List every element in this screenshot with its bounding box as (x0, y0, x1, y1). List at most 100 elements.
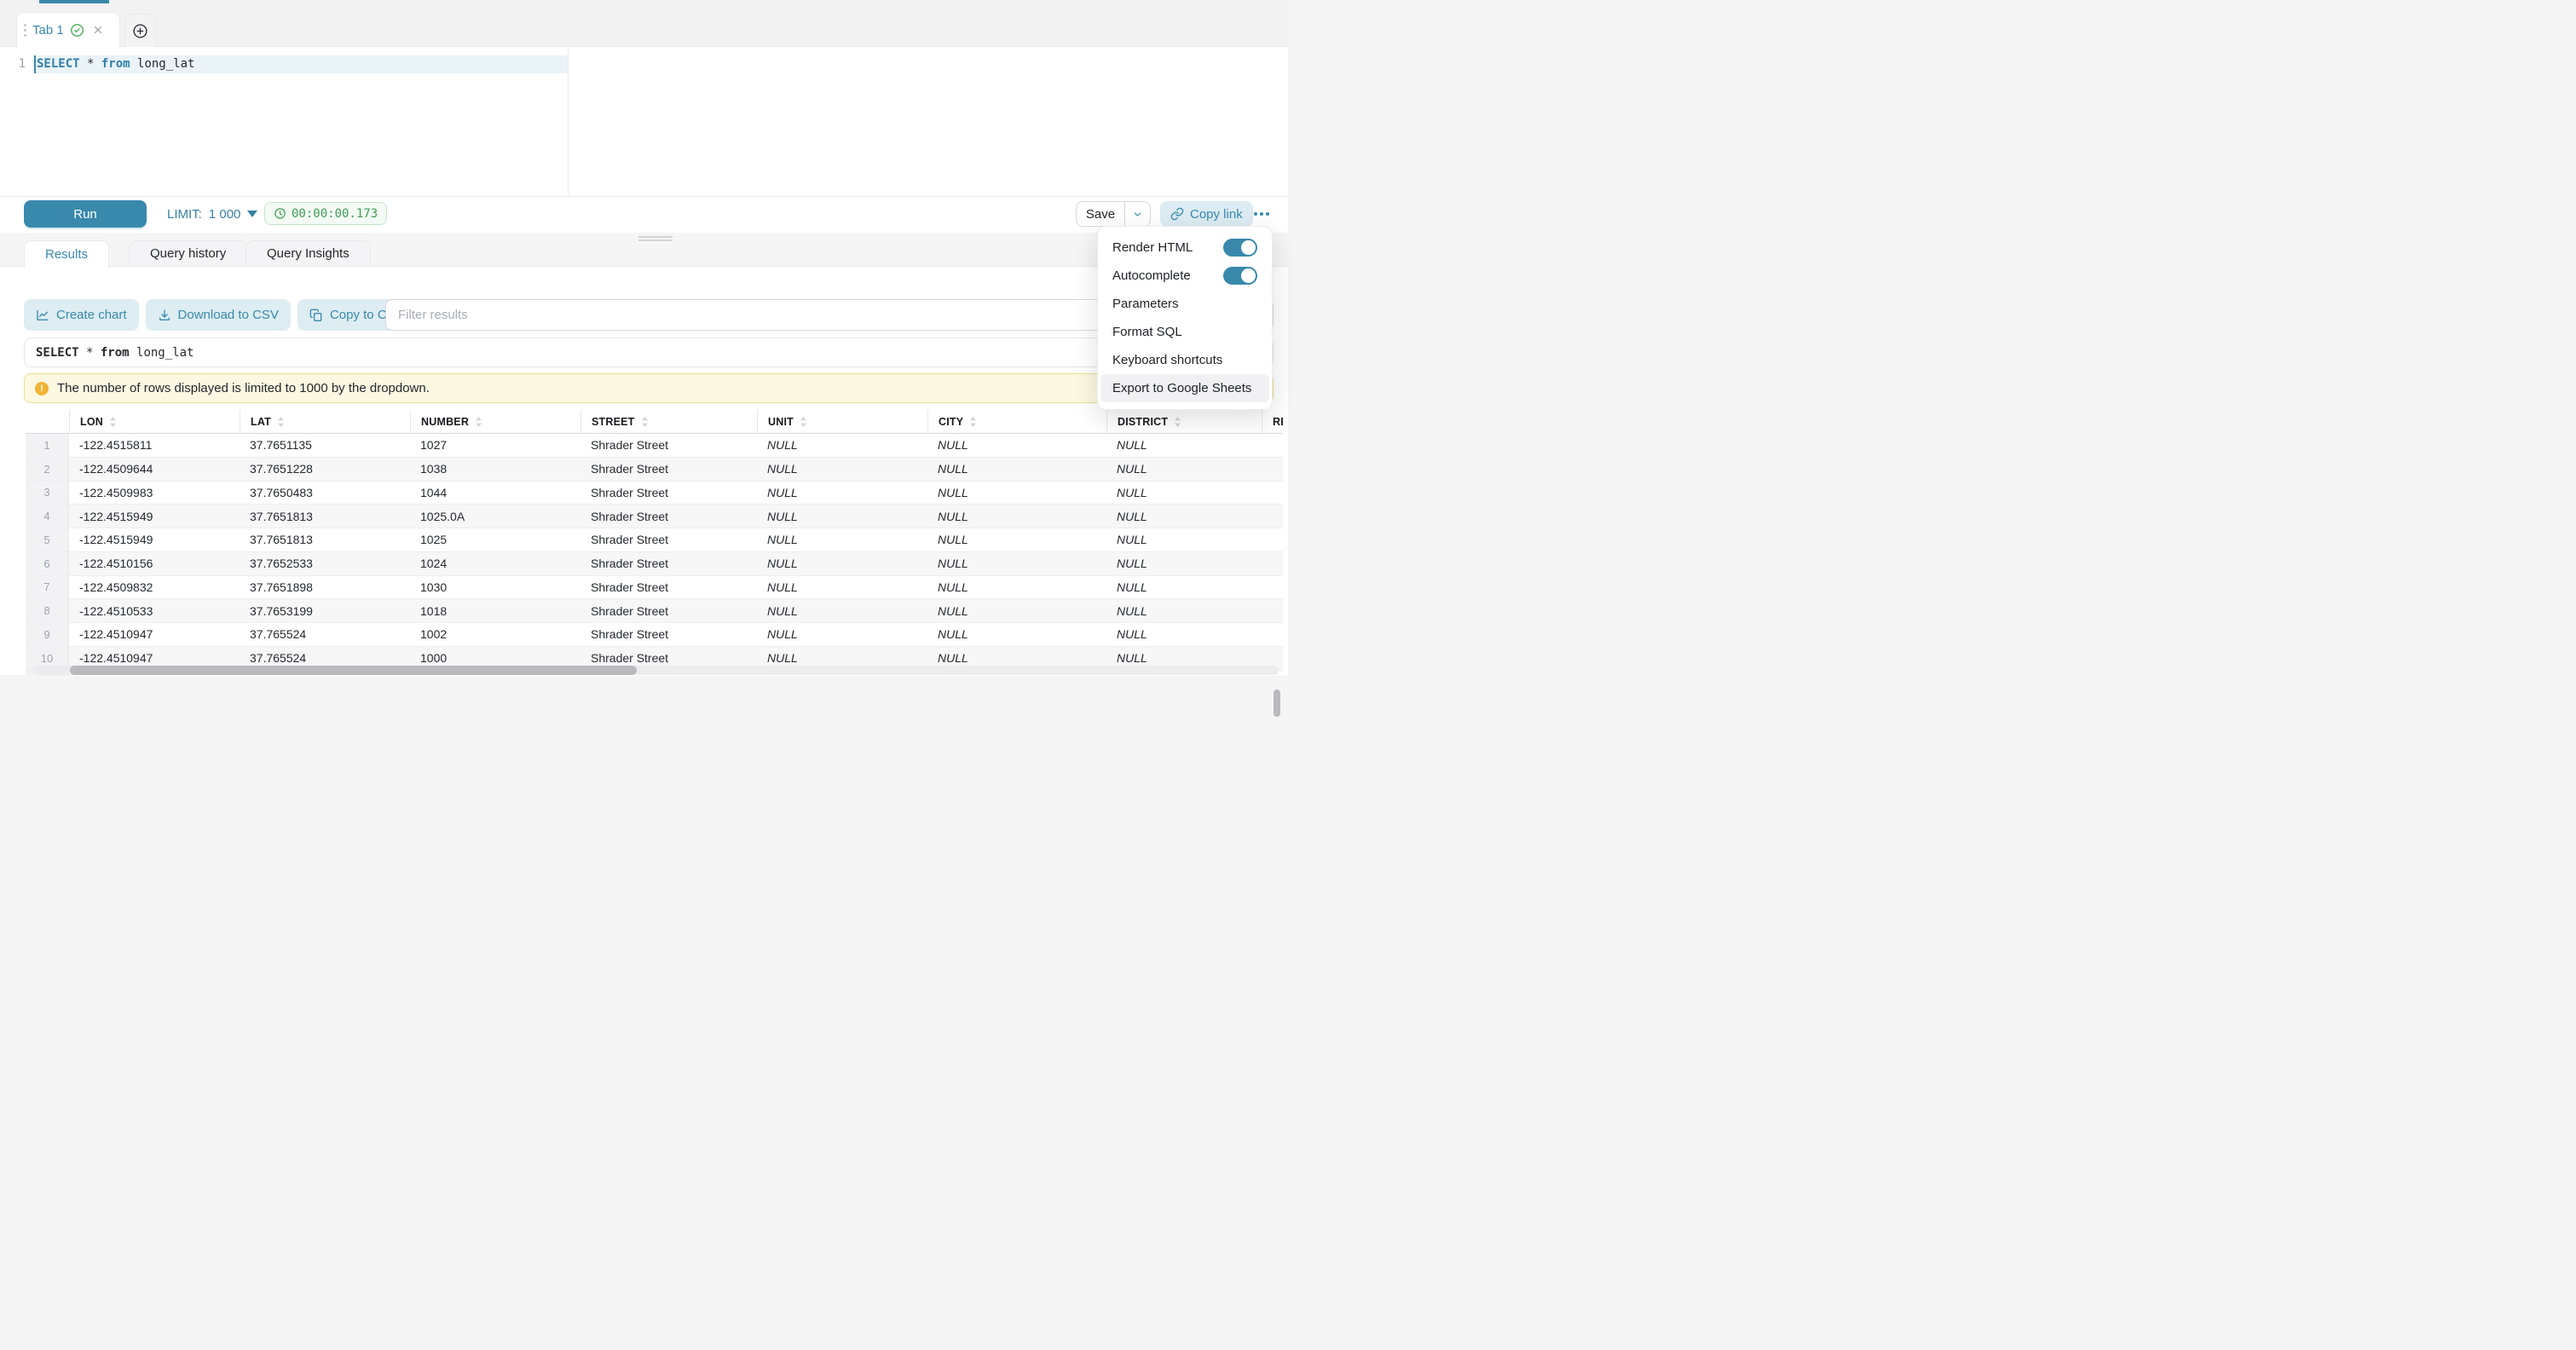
table-cell[interactable]: NULL (757, 434, 927, 458)
table-cell[interactable] (1262, 528, 1283, 552)
table-cell[interactable]: 1027 (410, 434, 580, 458)
tab-query-history[interactable]: Query history (129, 240, 247, 266)
table-cell[interactable]: Shrader Street (580, 482, 757, 505)
add-tab-button[interactable] (124, 14, 156, 47)
table-cell[interactable]: 37.7650483 (240, 482, 410, 505)
tab-query-1[interactable]: Tab 1 (16, 12, 120, 47)
sort-icon[interactable] (642, 417, 648, 427)
toggle-on[interactable] (1223, 267, 1257, 285)
menu-item-export-to-google-sheets[interactable]: Export to Google Sheets (1100, 374, 1269, 402)
table-cell[interactable]: NULL (1106, 482, 1262, 505)
column-header-lon[interactable]: LON (69, 410, 240, 434)
table-cell[interactable]: -122.4515949 (69, 528, 240, 552)
sql-editor[interactable]: 1 SELECT * from long_lat (0, 47, 1288, 195)
table-cell[interactable]: NULL (927, 576, 1106, 600)
more-options-button[interactable] (1245, 201, 1279, 227)
sort-icon[interactable] (476, 417, 482, 427)
menu-item-parameters[interactable]: Parameters (1100, 290, 1269, 318)
column-header-re[interactable]: RE (1262, 410, 1283, 434)
table-cell[interactable]: 37.7651813 (240, 505, 410, 528)
table-cell[interactable] (1262, 505, 1283, 528)
table-cell[interactable]: NULL (757, 623, 927, 647)
table-cell[interactable]: 37.7651135 (240, 434, 410, 458)
table-cell[interactable] (1262, 482, 1283, 505)
table-cell[interactable] (1262, 599, 1283, 623)
save-button[interactable]: Save (1077, 202, 1124, 226)
vertical-scrollbar[interactable] (1274, 689, 1280, 717)
tab-query-insights[interactable]: Query Insights (245, 240, 371, 266)
table-cell[interactable]: Shrader Street (580, 505, 757, 528)
table-cell[interactable]: -122.4515811 (69, 434, 240, 458)
table-cell[interactable]: NULL (1106, 528, 1262, 552)
table-cell[interactable] (1262, 458, 1283, 482)
run-button[interactable]: Run (24, 200, 147, 228)
table-cell[interactable]: NULL (757, 458, 927, 482)
menu-item-format-sql[interactable]: Format SQL (1100, 318, 1269, 346)
table-cell[interactable]: Shrader Street (580, 552, 757, 576)
create-chart-button[interactable]: Create chart (24, 299, 139, 331)
toggle-on[interactable] (1223, 239, 1257, 257)
table-cell[interactable]: NULL (757, 552, 927, 576)
table-cell[interactable]: -122.4515949 (69, 505, 240, 528)
table-cell[interactable]: NULL (757, 576, 927, 600)
column-header-lat[interactable]: LAT (240, 410, 410, 434)
table-cell[interactable] (1262, 434, 1283, 458)
table-cell[interactable]: Shrader Street (580, 576, 757, 600)
table-cell[interactable]: 1018 (410, 599, 580, 623)
menu-item-render-html[interactable]: Render HTML (1100, 234, 1269, 262)
table-cell[interactable]: NULL (757, 528, 927, 552)
sort-icon[interactable] (970, 417, 976, 427)
table-cell[interactable]: Shrader Street (580, 599, 757, 623)
table-cell[interactable]: NULL (1106, 505, 1262, 528)
sort-icon[interactable] (110, 417, 116, 427)
table-cell[interactable]: 1030 (410, 576, 580, 600)
column-header-unit[interactable]: UNIT (757, 410, 927, 434)
column-header-district[interactable]: DISTRICT (1106, 410, 1262, 434)
column-header-number[interactable]: NUMBER (410, 410, 580, 434)
table-cell[interactable]: NULL (927, 458, 1106, 482)
table-cell[interactable]: 37.7652533 (240, 552, 410, 576)
table-cell[interactable]: NULL (1106, 623, 1262, 647)
tab-drag-handle-icon[interactable] (24, 24, 26, 37)
table-cell[interactable]: 37.7651898 (240, 576, 410, 600)
table-cell[interactable]: NULL (1106, 599, 1262, 623)
table-cell[interactable]: 1024 (410, 552, 580, 576)
table-cell[interactable]: NULL (757, 599, 927, 623)
table-cell[interactable]: -122.4509644 (69, 458, 240, 482)
table-cell[interactable]: NULL (757, 482, 927, 505)
horizontal-scrollbar[interactable] (32, 666, 1279, 675)
table-cell[interactable]: Shrader Street (580, 623, 757, 647)
sort-icon[interactable] (800, 417, 806, 427)
table-cell[interactable]: NULL (927, 482, 1106, 505)
table-cell[interactable]: 37.7653199 (240, 599, 410, 623)
table-cell[interactable]: 1038 (410, 458, 580, 482)
column-header-city[interactable]: CITY (927, 410, 1106, 434)
table-cell[interactable]: NULL (927, 552, 1106, 576)
table-cell[interactable]: NULL (1106, 576, 1262, 600)
tab-results[interactable]: Results (24, 240, 109, 268)
table-cell[interactable]: 1025.0A (410, 505, 580, 528)
table-cell[interactable]: 1025 (410, 528, 580, 552)
table-cell[interactable]: NULL (757, 505, 927, 528)
table-cell[interactable]: Shrader Street (580, 458, 757, 482)
table-cell[interactable]: 1002 (410, 623, 580, 647)
sort-icon[interactable] (278, 417, 284, 427)
table-cell[interactable]: 37.7651813 (240, 528, 410, 552)
menu-item-autocomplete[interactable]: Autocomplete (1100, 262, 1269, 290)
table-cell[interactable] (1262, 623, 1283, 647)
table-cell[interactable]: NULL (927, 599, 1106, 623)
table-cell[interactable]: 37.765524 (240, 623, 410, 647)
sort-icon[interactable] (1175, 417, 1181, 427)
table-cell[interactable]: Shrader Street (580, 528, 757, 552)
save-menu-button[interactable] (1125, 202, 1150, 226)
table-cell[interactable]: NULL (927, 505, 1106, 528)
menu-item-keyboard-shortcuts[interactable]: Keyboard shortcuts (1100, 346, 1269, 374)
table-cell[interactable]: NULL (927, 434, 1106, 458)
table-cell[interactable]: 37.7651228 (240, 458, 410, 482)
table-cell[interactable]: NULL (1106, 552, 1262, 576)
table-cell[interactable]: -122.4510947 (69, 623, 240, 647)
table-cell[interactable] (1262, 552, 1283, 576)
table-cell[interactable]: -122.4510156 (69, 552, 240, 576)
table-cell[interactable]: NULL (1106, 458, 1262, 482)
close-tab-icon[interactable] (92, 24, 104, 36)
